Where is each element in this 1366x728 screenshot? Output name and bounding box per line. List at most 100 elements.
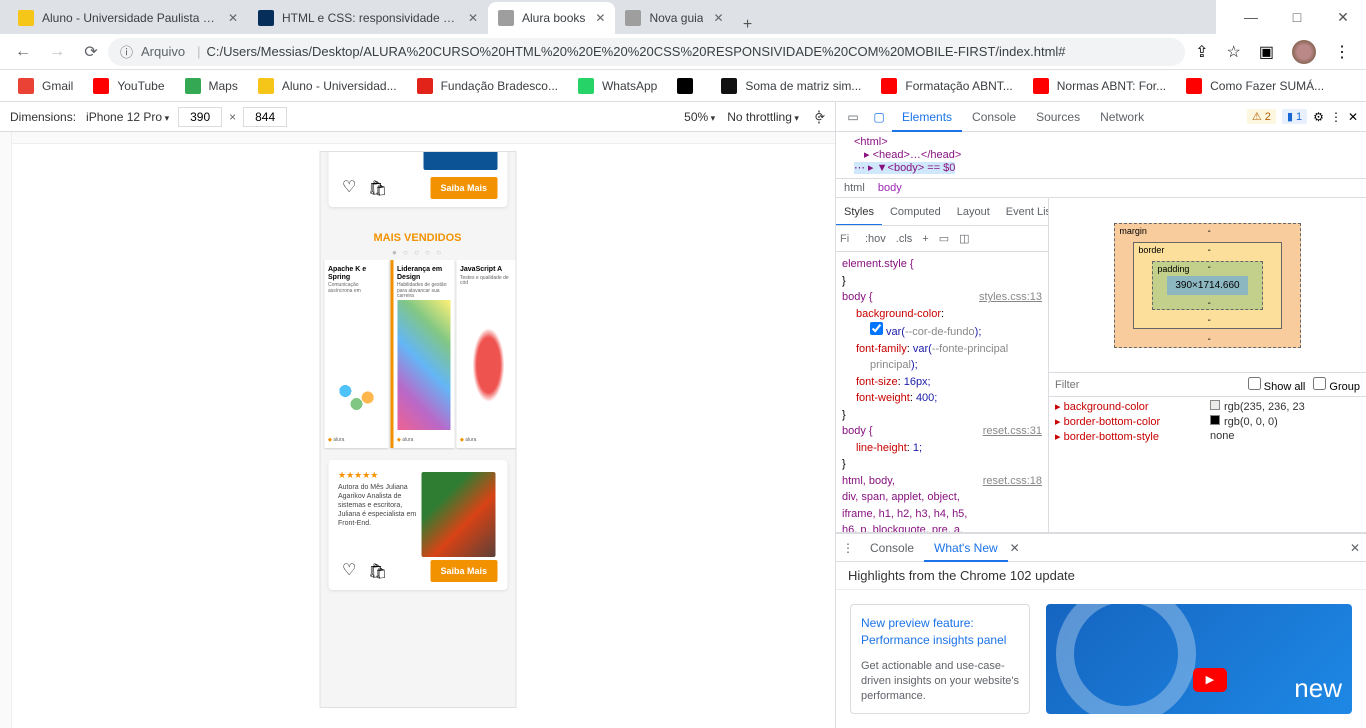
crumb-body[interactable]: body: [878, 182, 902, 194]
close-icon[interactable]: ✕: [595, 11, 605, 25]
carousel-dots[interactable]: ● ○ ○ ○ ○: [320, 248, 515, 257]
back-button[interactable]: ←: [6, 35, 40, 69]
saiba-mais-button[interactable]: Saiba Mais: [430, 177, 497, 199]
throttle-select[interactable]: No throttling: [721, 110, 805, 124]
book-item[interactable]: Apache K e SpringComunicação assíncrona …: [324, 260, 388, 448]
hov-toggle[interactable]: :hov: [865, 233, 886, 245]
group-checkbox[interactable]: [1313, 377, 1326, 390]
dom-tree[interactable]: <html> ▸ <head>…</head> ⋯ ▸ ▼<body> == $…: [836, 132, 1366, 179]
crumb-html[interactable]: html: [844, 182, 865, 194]
browser-tab[interactable]: Nova guia✕: [615, 2, 733, 34]
device-select[interactable]: iPhone 12 Pro: [80, 110, 175, 124]
kebab-menu-icon[interactable]: ⋮: [1330, 110, 1342, 124]
bookmark-item[interactable]: Aluno - Universidad...: [248, 78, 407, 94]
width-input[interactable]: [178, 107, 222, 127]
subtab-styles[interactable]: Styles: [836, 198, 882, 226]
computed-icon[interactable]: ▭: [939, 232, 949, 245]
close-icon[interactable]: ✕: [468, 11, 478, 25]
toggle-icon[interactable]: ◫: [959, 232, 969, 245]
whats-new-card[interactable]: New preview feature: Performance insight…: [850, 604, 1030, 714]
computed-row[interactable]: ▸ background-colorrgb(235, 236, 23: [1055, 399, 1360, 414]
bag-icon[interactable]: 🛍: [368, 562, 387, 580]
close-icon[interactable]: ✕: [713, 11, 723, 25]
whats-new-video[interactable]: ▶ new: [1046, 604, 1352, 714]
dom-node-selected[interactable]: ⋯ ▸ ▼<body> == $0: [854, 162, 955, 174]
address-bar[interactable]: ⓘ Arquivo | C:/Users/Messias/Desktop/ALU…: [108, 38, 1185, 66]
computed-list[interactable]: ▸ background-colorrgb(235, 236, 23▸ bord…: [1049, 397, 1366, 532]
play-icon[interactable]: ▶: [1193, 668, 1227, 692]
bookmark-star-icon[interactable]: ☆: [1227, 42, 1241, 62]
tab-console[interactable]: Console: [962, 102, 1026, 132]
computed-row[interactable]: ▸ border-bottom-colorrgb(0, 0, 0): [1055, 414, 1360, 429]
show-all-checkbox[interactable]: [1248, 377, 1261, 390]
height-input[interactable]: [243, 107, 287, 127]
profile-avatar[interactable]: [1292, 40, 1316, 64]
tab-sources[interactable]: Sources: [1026, 102, 1090, 132]
tab-elements[interactable]: Elements: [892, 102, 962, 132]
saiba-mais-button[interactable]: Saiba Mais: [430, 560, 497, 582]
dom-node[interactable]: ▸ <head>…</head>: [864, 149, 961, 161]
styles-pane: Styles Computed Layout Event Listeners D…: [836, 198, 1049, 532]
device-mode-icon[interactable]: ▢: [866, 110, 892, 124]
bookmark-item[interactable]: YouTube: [83, 78, 174, 94]
bookmark-item[interactable]: Como Fazer SUMÁ...: [1176, 78, 1334, 94]
info-icon[interactable]: ⓘ: [120, 42, 133, 61]
bookmark-item[interactable]: [667, 78, 711, 94]
device-frame[interactable]: ♡ 🛍 Saiba Mais MAIS VENDIDOS ● ○ ○ ○ ○ A…: [320, 152, 515, 707]
menu-icon[interactable]: ⋮: [1334, 42, 1350, 62]
bookmark-item[interactable]: Soma de matriz sim...: [711, 78, 871, 94]
bookmark-item[interactable]: Normas ABNT: For...: [1023, 78, 1176, 94]
css-rules[interactable]: element.style { } styles.css:13body { ba…: [836, 252, 1048, 532]
close-window-button[interactable]: ✕: [1320, 9, 1366, 26]
box-model[interactable]: margin-- border-- padding-- 390×1714.660: [1049, 198, 1366, 373]
cls-toggle[interactable]: .cls: [896, 233, 913, 245]
subtab-listeners[interactable]: Event Listeners: [998, 206, 1048, 218]
close-icon[interactable]: ✕: [228, 11, 238, 25]
bookmark-item[interactable]: WhatsApp: [568, 78, 667, 94]
close-icon[interactable]: ✕: [1010, 541, 1020, 555]
dom-node[interactable]: <html>: [854, 136, 888, 148]
whats-new-link[interactable]: New preview feature: Performance insight…: [861, 615, 1019, 649]
bookmark-item[interactable]: Gmail: [8, 78, 83, 94]
warnings-badge[interactable]: ⚠ 2: [1247, 109, 1276, 124]
book-item[interactable]: JavaScript ATestes e qualidade de cód◆ a…: [456, 260, 515, 448]
heart-icon[interactable]: ♡: [342, 177, 356, 197]
subtab-computed[interactable]: Computed: [882, 206, 949, 218]
reload-button[interactable]: ⟳: [74, 35, 108, 69]
bookmark-item[interactable]: Formatação ABNT...: [871, 78, 1022, 94]
plus-icon[interactable]: +: [922, 233, 928, 245]
share-icon[interactable]: ⇪: [1195, 42, 1208, 62]
minimize-button[interactable]: —: [1228, 9, 1274, 25]
issues-badge[interactable]: ▮ 1: [1282, 109, 1307, 124]
browser-tab[interactable]: HTML e CSS: responsividade com✕: [248, 2, 488, 34]
heart-icon[interactable]: ♡: [342, 560, 356, 580]
drawer-tab-whatsnew[interactable]: What's New: [924, 534, 1008, 562]
subtab-layout[interactable]: Layout: [949, 206, 998, 218]
browser-tab[interactable]: Alura books✕: [488, 2, 615, 34]
kebab-menu-icon[interactable]: ⋮: [842, 541, 854, 555]
close-icon[interactable]: ✕: [1350, 541, 1360, 555]
computed-row[interactable]: ▸ border-bottom-stylenone: [1055, 429, 1360, 444]
extensions-icon[interactable]: ▣: [1259, 42, 1274, 62]
new-tab-button[interactable]: +: [734, 16, 762, 34]
book-item[interactable]: Liderança em DesignHabilidades de gestão…: [390, 260, 454, 448]
maximize-button[interactable]: □: [1274, 9, 1320, 25]
gear-icon[interactable]: ⚙: [1313, 110, 1324, 124]
tab-network[interactable]: Network: [1090, 102, 1154, 132]
bag-icon[interactable]: 🛍: [368, 179, 387, 197]
close-icon[interactable]: ✕: [1348, 110, 1358, 124]
drawer-tab-console[interactable]: Console: [860, 541, 924, 555]
forward-button[interactable]: →: [40, 35, 74, 69]
bookmark-item[interactable]: Maps: [175, 78, 248, 94]
zoom-select[interactable]: 50%: [678, 110, 721, 124]
browser-tab[interactable]: Aluno - Universidade Paulista - U✕: [8, 2, 248, 34]
inspect-icon[interactable]: ▭: [840, 110, 866, 124]
styles-filter-input[interactable]: [840, 233, 860, 245]
kebab-menu-icon[interactable]: ⋮: [811, 107, 827, 127]
dom-breadcrumb[interactable]: html body: [836, 179, 1366, 198]
computed-filter-input[interactable]: [1055, 379, 1242, 391]
bookmark-item[interactable]: Fundação Bradesco...: [407, 78, 568, 94]
book-carousel[interactable]: Apache K e SpringComunicação assíncrona …: [320, 260, 515, 450]
rule-checkbox[interactable]: [870, 322, 883, 335]
box-label: border: [1138, 245, 1164, 255]
